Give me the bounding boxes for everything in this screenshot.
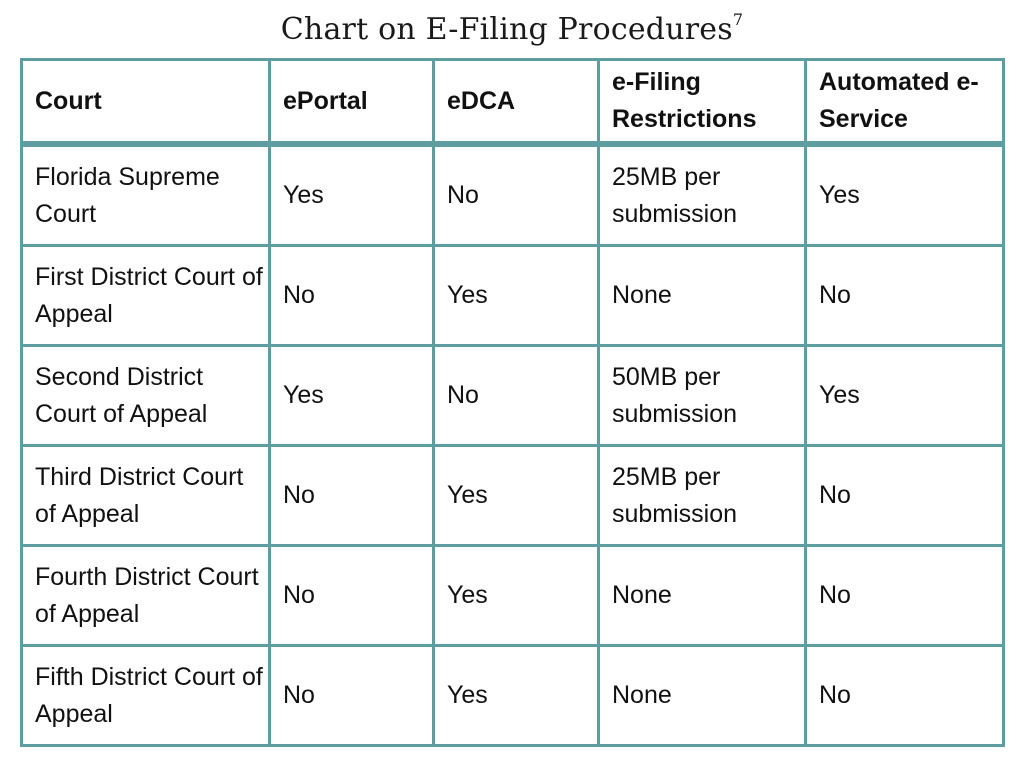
cell-eportal: No bbox=[268, 544, 435, 647]
footnote-marker: 7 bbox=[732, 10, 744, 29]
cell-edca: Yes bbox=[432, 444, 600, 547]
table-row: Second District Court of Appeal Yes No 5… bbox=[20, 344, 1005, 447]
table-row: First District Court of Appeal No Yes No… bbox=[20, 244, 1005, 347]
header-eportal: ePortal bbox=[268, 58, 435, 146]
cell-eservice: No bbox=[804, 244, 1005, 347]
cell-restrictions: 50MB per submission bbox=[597, 344, 807, 447]
cell-edca: No bbox=[432, 142, 600, 247]
cell-restrictions: None bbox=[597, 544, 807, 647]
cell-eportal: No bbox=[268, 444, 435, 547]
table-row: Third District Court of Appeal No Yes 25… bbox=[20, 444, 1005, 547]
cell-edca: Yes bbox=[432, 244, 600, 347]
table-row: Fifth District Court of Appeal No Yes No… bbox=[20, 644, 1005, 747]
cell-eservice: No bbox=[804, 644, 1005, 747]
cell-edca: Yes bbox=[432, 544, 600, 647]
header-row: Court ePortal eDCA e-Filing Restrictions… bbox=[20, 58, 1005, 146]
cell-restrictions: None bbox=[597, 244, 807, 347]
table-row: Fourth District Court of Appeal No Yes N… bbox=[20, 544, 1005, 647]
cell-court: Florida Supreme Court bbox=[20, 142, 271, 247]
cell-eportal: Yes bbox=[268, 344, 435, 447]
cell-edca: No bbox=[432, 344, 600, 447]
cell-eportal: No bbox=[268, 644, 435, 747]
cell-court: Fourth District Court of Appeal bbox=[20, 544, 271, 647]
cell-court: First District Court of Appeal bbox=[20, 244, 271, 347]
cell-restrictions: 25MB per submission bbox=[597, 444, 807, 547]
cell-eportal: Yes bbox=[268, 142, 435, 247]
header-court: Court bbox=[20, 58, 271, 146]
page-title: Chart on E-Filing Procedures7 bbox=[0, 10, 1024, 47]
efiling-table: Court ePortal eDCA e-Filing Restrictions… bbox=[20, 58, 1005, 747]
cell-eservice: No bbox=[804, 544, 1005, 647]
header-eservice: Automated e-Service bbox=[804, 58, 1005, 146]
cell-eservice: No bbox=[804, 444, 1005, 547]
cell-eportal: No bbox=[268, 244, 435, 347]
title-text: Chart on E-Filing Procedures bbox=[280, 12, 733, 47]
cell-restrictions: None bbox=[597, 644, 807, 747]
cell-eservice: Yes bbox=[804, 344, 1005, 447]
header-edca: eDCA bbox=[432, 58, 600, 146]
cell-court: Fifth District Court of Appeal bbox=[20, 644, 271, 747]
header-restrictions: e-Filing Restrictions bbox=[597, 58, 807, 146]
cell-restrictions: 25MB per submission bbox=[597, 142, 807, 247]
cell-court: Third District Court of Appeal bbox=[20, 444, 271, 547]
table-row: Florida Supreme Court Yes No 25MB per su… bbox=[20, 142, 1005, 247]
cell-edca: Yes bbox=[432, 644, 600, 747]
cell-court: Second District Court of Appeal bbox=[20, 344, 271, 447]
cell-eservice: Yes bbox=[804, 142, 1005, 247]
